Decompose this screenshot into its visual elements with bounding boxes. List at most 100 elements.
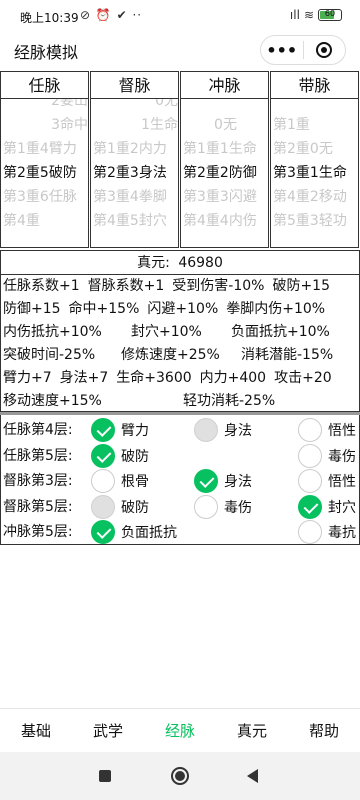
stats-panel: 真元: 46980 任脉系数+1 督脉系数+1 受到伤害-10% 破防+15 防御+15…: [0, 250, 360, 412]
signal-icon: ıll: [289, 8, 300, 22]
picker-column[interactable]: 督脉 0无 1生命 第1重2内力 第2重3身法 第3重4拳脚 第4重5封穴: [90, 71, 179, 248]
title-bar: 经脉模拟 •••: [0, 30, 360, 70]
picker-column[interactable]: 冲脉 0无 第1重1生命 第2重2防御 第3重3闪避 第4重4内伤: [180, 71, 269, 248]
checkmark-circle-icon[interactable]: [91, 418, 115, 442]
picker-column[interactable]: 带脉 第1重 第2重0无 第3重1生命 第4重2移动 第5重3轻功: [270, 71, 359, 248]
picker-option[interactable]: 2要山: [1, 99, 88, 113]
picker-options[interactable]: 2要山 3命中 第1重4臂力 第2重5破防 第3重6任脉 第4重: [1, 99, 88, 247]
target-icon: [316, 42, 333, 58]
picker-option[interactable]: 0无: [181, 113, 268, 137]
stat-item: 闪避+10%: [147, 301, 219, 317]
close-button[interactable]: [304, 36, 346, 64]
battery-level: 60: [324, 9, 336, 18]
checkmark-circle-icon[interactable]: [298, 494, 322, 519]
stat-item: 身法+7: [59, 370, 109, 386]
recent-apps-icon[interactable]: [99, 770, 111, 782]
level-row: 冲脉第5层: 负面抵抗 毒抗: [1, 519, 359, 545]
option-label[interactable]: 毒抗: [328, 522, 356, 542]
picker-option[interactable]: 第1重1生命: [181, 137, 268, 161]
checkmark-circle-icon[interactable]: [91, 443, 115, 468]
picker-option[interactable]: 第1重2内力: [91, 137, 178, 161]
option-label[interactable]: 根骨: [121, 471, 149, 491]
tab-bar: 基础 武学 经脉 真元 帮助: [0, 708, 360, 752]
radio-circle-icon[interactable]: [194, 494, 218, 519]
option-label[interactable]: 身法: [224, 471, 252, 491]
picker-option[interactable]: 第1重: [271, 113, 358, 137]
more-button[interactable]: •••: [261, 36, 303, 64]
stat-item: 受到伤害-10%: [172, 278, 265, 294]
system-nav-bar: [0, 752, 360, 800]
picker-option[interactable]: 第4重: [1, 209, 88, 233]
meridian-pickers: 任脉 2要山 3命中 第1重4臂力 第2重5破防 第3重6任脉 第4重 督脉 0无 1生命 第1重2…: [0, 71, 360, 248]
picker-options[interactable]: 第1重 第2重0无 第3重1生命 第4重2移动 第5重3轻功: [271, 99, 358, 247]
tab-item[interactable]: 武学: [72, 709, 144, 752]
stat-item: 拳脚内伤+10%: [226, 301, 326, 317]
level-name: 冲脉第5层:: [3, 524, 73, 540]
picker-option[interactable]: 3命中: [1, 113, 88, 137]
picker-option[interactable]: 1生命: [91, 113, 178, 137]
radio-circle-icon[interactable]: [298, 520, 322, 544]
radio-circle-icon: [194, 418, 218, 442]
picker-option[interactable]: 第4重5封穴: [91, 209, 178, 233]
stat-item: 生命+3600: [116, 370, 192, 386]
picker-option[interactable]: 第3重4拳脚: [91, 185, 178, 209]
tab-item[interactable]: 基础: [0, 709, 72, 752]
radio-circle-icon[interactable]: [298, 443, 322, 468]
picker-option[interactable]: 0无: [91, 99, 178, 113]
status-bar: 晚上10:39 ⊘ ⏰ ✔ ·· ıll ≋ 60: [0, 0, 360, 30]
picker-column[interactable]: 任脉 2要山 3命中 第1重4臂力 第2重5破防 第3重6任脉 第4重: [0, 71, 89, 248]
tab-item[interactable]: 帮助: [288, 709, 360, 752]
option-label[interactable]: 破防: [121, 446, 149, 466]
radio-circle-icon[interactable]: [298, 469, 322, 493]
picker-option[interactable]: 第4重2移动: [271, 185, 358, 209]
stat-lines: 任脉系数+1 督脉系数+1 受到伤害-10% 破防+15 防御+15 命中+15% 闪避+1…: [1, 275, 359, 413]
picker-option-selected[interactable]: 第2重5破防: [1, 161, 88, 185]
picker-option[interactable]: 第3重6任脉: [1, 185, 88, 209]
option-label[interactable]: 臂力: [121, 420, 149, 440]
tab-item[interactable]: 经脉: [144, 709, 216, 752]
picker-option-selected[interactable]: 第3重1生命: [271, 161, 358, 185]
option-label[interactable]: 身法: [224, 420, 252, 440]
option-label[interactable]: 破防: [121, 497, 149, 517]
status-time: 晚上10:39: [20, 11, 79, 25]
checkmark-circle-icon[interactable]: [194, 469, 218, 493]
zhenyuan-value: 46980: [178, 255, 223, 271]
radio-circle-icon: [91, 494, 115, 519]
stat-item: 修炼速度+25%: [121, 347, 220, 363]
back-icon[interactable]: [247, 769, 258, 783]
zhenyuan-row: 真元: 46980: [1, 251, 359, 275]
option-label[interactable]: 悟性: [328, 420, 356, 440]
stat-line: 任脉系数+1 督脉系数+1 受到伤害-10% 破防+15: [1, 275, 359, 298]
picker-option-selected[interactable]: 第2重2防御: [181, 161, 268, 185]
notification-icons: ⊘ ⏰ ✔ ··: [80, 8, 143, 22]
zhenyuan-label: 真元:: [137, 255, 170, 271]
stat-line: 防御+15 命中+15% 闪避+10% 拳脚内伤+10%: [1, 298, 359, 321]
picker-option[interactable]: 第1重4臂力: [1, 137, 88, 161]
radio-circle-icon[interactable]: [91, 469, 115, 493]
home-icon[interactable]: [171, 767, 189, 785]
option-label[interactable]: 毒伤: [328, 446, 356, 466]
wifi-icon: ≋: [303, 8, 314, 22]
picker-options[interactable]: 0无 第1重1生命 第2重2防御 第3重3闪避 第4重4内伤: [181, 99, 268, 247]
picker-option-selected[interactable]: 第2重3身法: [91, 161, 178, 185]
picker-options[interactable]: 0无 1生命 第1重2内力 第2重3身法 第3重4拳脚 第4重5封穴: [91, 99, 178, 247]
stat-item: 内力+400: [199, 370, 267, 386]
option-label[interactable]: 毒伤: [224, 497, 252, 517]
checkmark-circle-icon[interactable]: [91, 520, 115, 544]
picker-option[interactable]: [271, 99, 358, 113]
picker-option[interactable]: 第2重0无: [271, 137, 358, 161]
picker-option[interactable]: 第3重3闪避: [181, 185, 268, 209]
battery-icon: 60: [318, 9, 342, 21]
radio-circle-icon[interactable]: [298, 418, 322, 442]
picker-option[interactable]: [181, 99, 268, 113]
option-label[interactable]: 悟性: [328, 471, 356, 491]
option-label[interactable]: 负面抵抗: [121, 522, 177, 542]
option-label[interactable]: 封穴: [328, 497, 356, 517]
picker-option[interactable]: 第4重4内伤: [181, 209, 268, 233]
picker-header: 任脉: [1, 72, 88, 99]
tab-item[interactable]: 真元: [216, 709, 288, 752]
stat-item: 内伤抵抗+10%: [3, 324, 102, 340]
level-row: 任脉第5层: 破防 毒伤: [1, 443, 359, 469]
stat-line: 移动速度+15% 轻功消耗-25%: [1, 390, 359, 413]
picker-option[interactable]: 第5重3轻功: [271, 209, 358, 233]
